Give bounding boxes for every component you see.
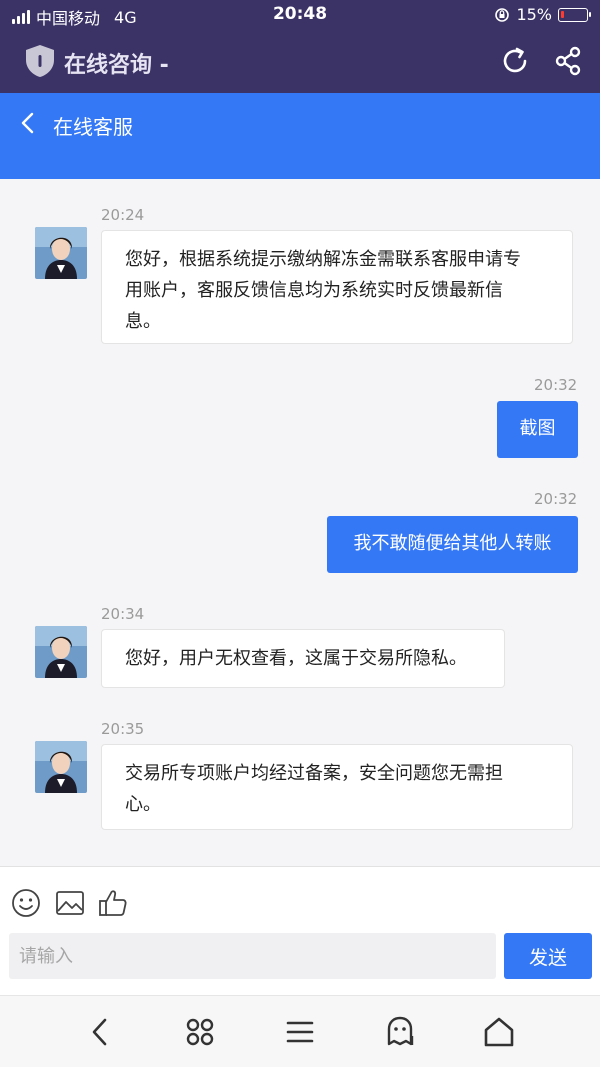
- message-input[interactable]: [9, 933, 496, 979]
- message-line: 用账户，客服反馈信息均为系统实时反馈最新信: [125, 280, 503, 301]
- message-line: 心。: [125, 794, 161, 815]
- message-line: 您好，根据系统提示缴纳解冻金需联系客服申请专: [125, 249, 521, 270]
- tabs-icon[interactable]: [182, 1014, 218, 1050]
- chat-header: 在线客服: [0, 93, 600, 179]
- image-icon[interactable]: [54, 887, 86, 919]
- agent-avatar: [35, 741, 87, 793]
- message-line: 您好，用户无权查看，这属于交易所隐私。: [125, 648, 467, 669]
- home-icon[interactable]: [481, 1014, 517, 1050]
- message-line: 息。: [125, 311, 161, 332]
- battery-icon: [558, 7, 591, 22]
- chat-area[interactable]: 20:24 您好，根据系统提示缴纳解冻金需联系客服申请专 用账户，客服反馈信息均…: [0, 179, 600, 866]
- incoming-message-bubble: 交易所专项账户均经过备案，安全问题您无需担 心。: [101, 744, 573, 830]
- incoming-message-bubble: 您好，用户无权查看，这属于交易所隐私。: [101, 629, 505, 688]
- browser-bottom-nav: [0, 995, 600, 1067]
- browser-toolbar: 在线咨询 -: [0, 30, 600, 93]
- status-right: 15%: [494, 5, 591, 24]
- back-icon[interactable]: [83, 1014, 119, 1050]
- ghost-icon[interactable]: [383, 1014, 419, 1050]
- incoming-message-bubble: 您好，根据系统提示缴纳解冻金需联系客服申请专 用账户，客服反馈信息均为系统实时反…: [101, 230, 573, 344]
- carrier-label: 中国移动: [36, 9, 101, 28]
- rotation-lock-icon: [495, 7, 510, 22]
- status-bar: 中国移动 4G 20:48 15%: [0, 0, 600, 30]
- refresh-icon[interactable]: [499, 45, 531, 77]
- outgoing-message-bubble: 截图: [497, 401, 578, 458]
- thumbs-up-icon[interactable]: [97, 887, 129, 919]
- message-line: 交易所专项账户均经过备案，安全问题您无需担: [125, 763, 503, 784]
- agent-avatar: [35, 626, 87, 678]
- message-time: 20:35: [101, 720, 145, 738]
- message-time: 20:32: [534, 490, 578, 508]
- header-title: 在线客服: [53, 115, 133, 139]
- battery-percent: 15%: [516, 5, 552, 24]
- message-time: 20:32: [534, 376, 578, 394]
- network-label: 4G: [114, 7, 137, 27]
- outgoing-message-bubble: 我不敢随便给其他人转账: [327, 516, 578, 573]
- compose-area: 发送: [0, 866, 600, 995]
- shield-icon: [26, 45, 54, 77]
- page-title: 在线咨询 -: [64, 53, 169, 78]
- emoji-icon[interactable]: [10, 887, 42, 919]
- menu-icon[interactable]: [282, 1014, 318, 1050]
- share-icon[interactable]: [552, 45, 584, 77]
- status-left: 中国移动 4G: [12, 5, 137, 29]
- agent-avatar: [35, 227, 87, 279]
- chevron-left-icon[interactable]: [18, 111, 40, 135]
- message-time: 20:24: [101, 206, 145, 224]
- send-button[interactable]: 发送: [504, 933, 592, 979]
- message-time: 20:34: [101, 605, 145, 623]
- signal-icon: [12, 10, 30, 24]
